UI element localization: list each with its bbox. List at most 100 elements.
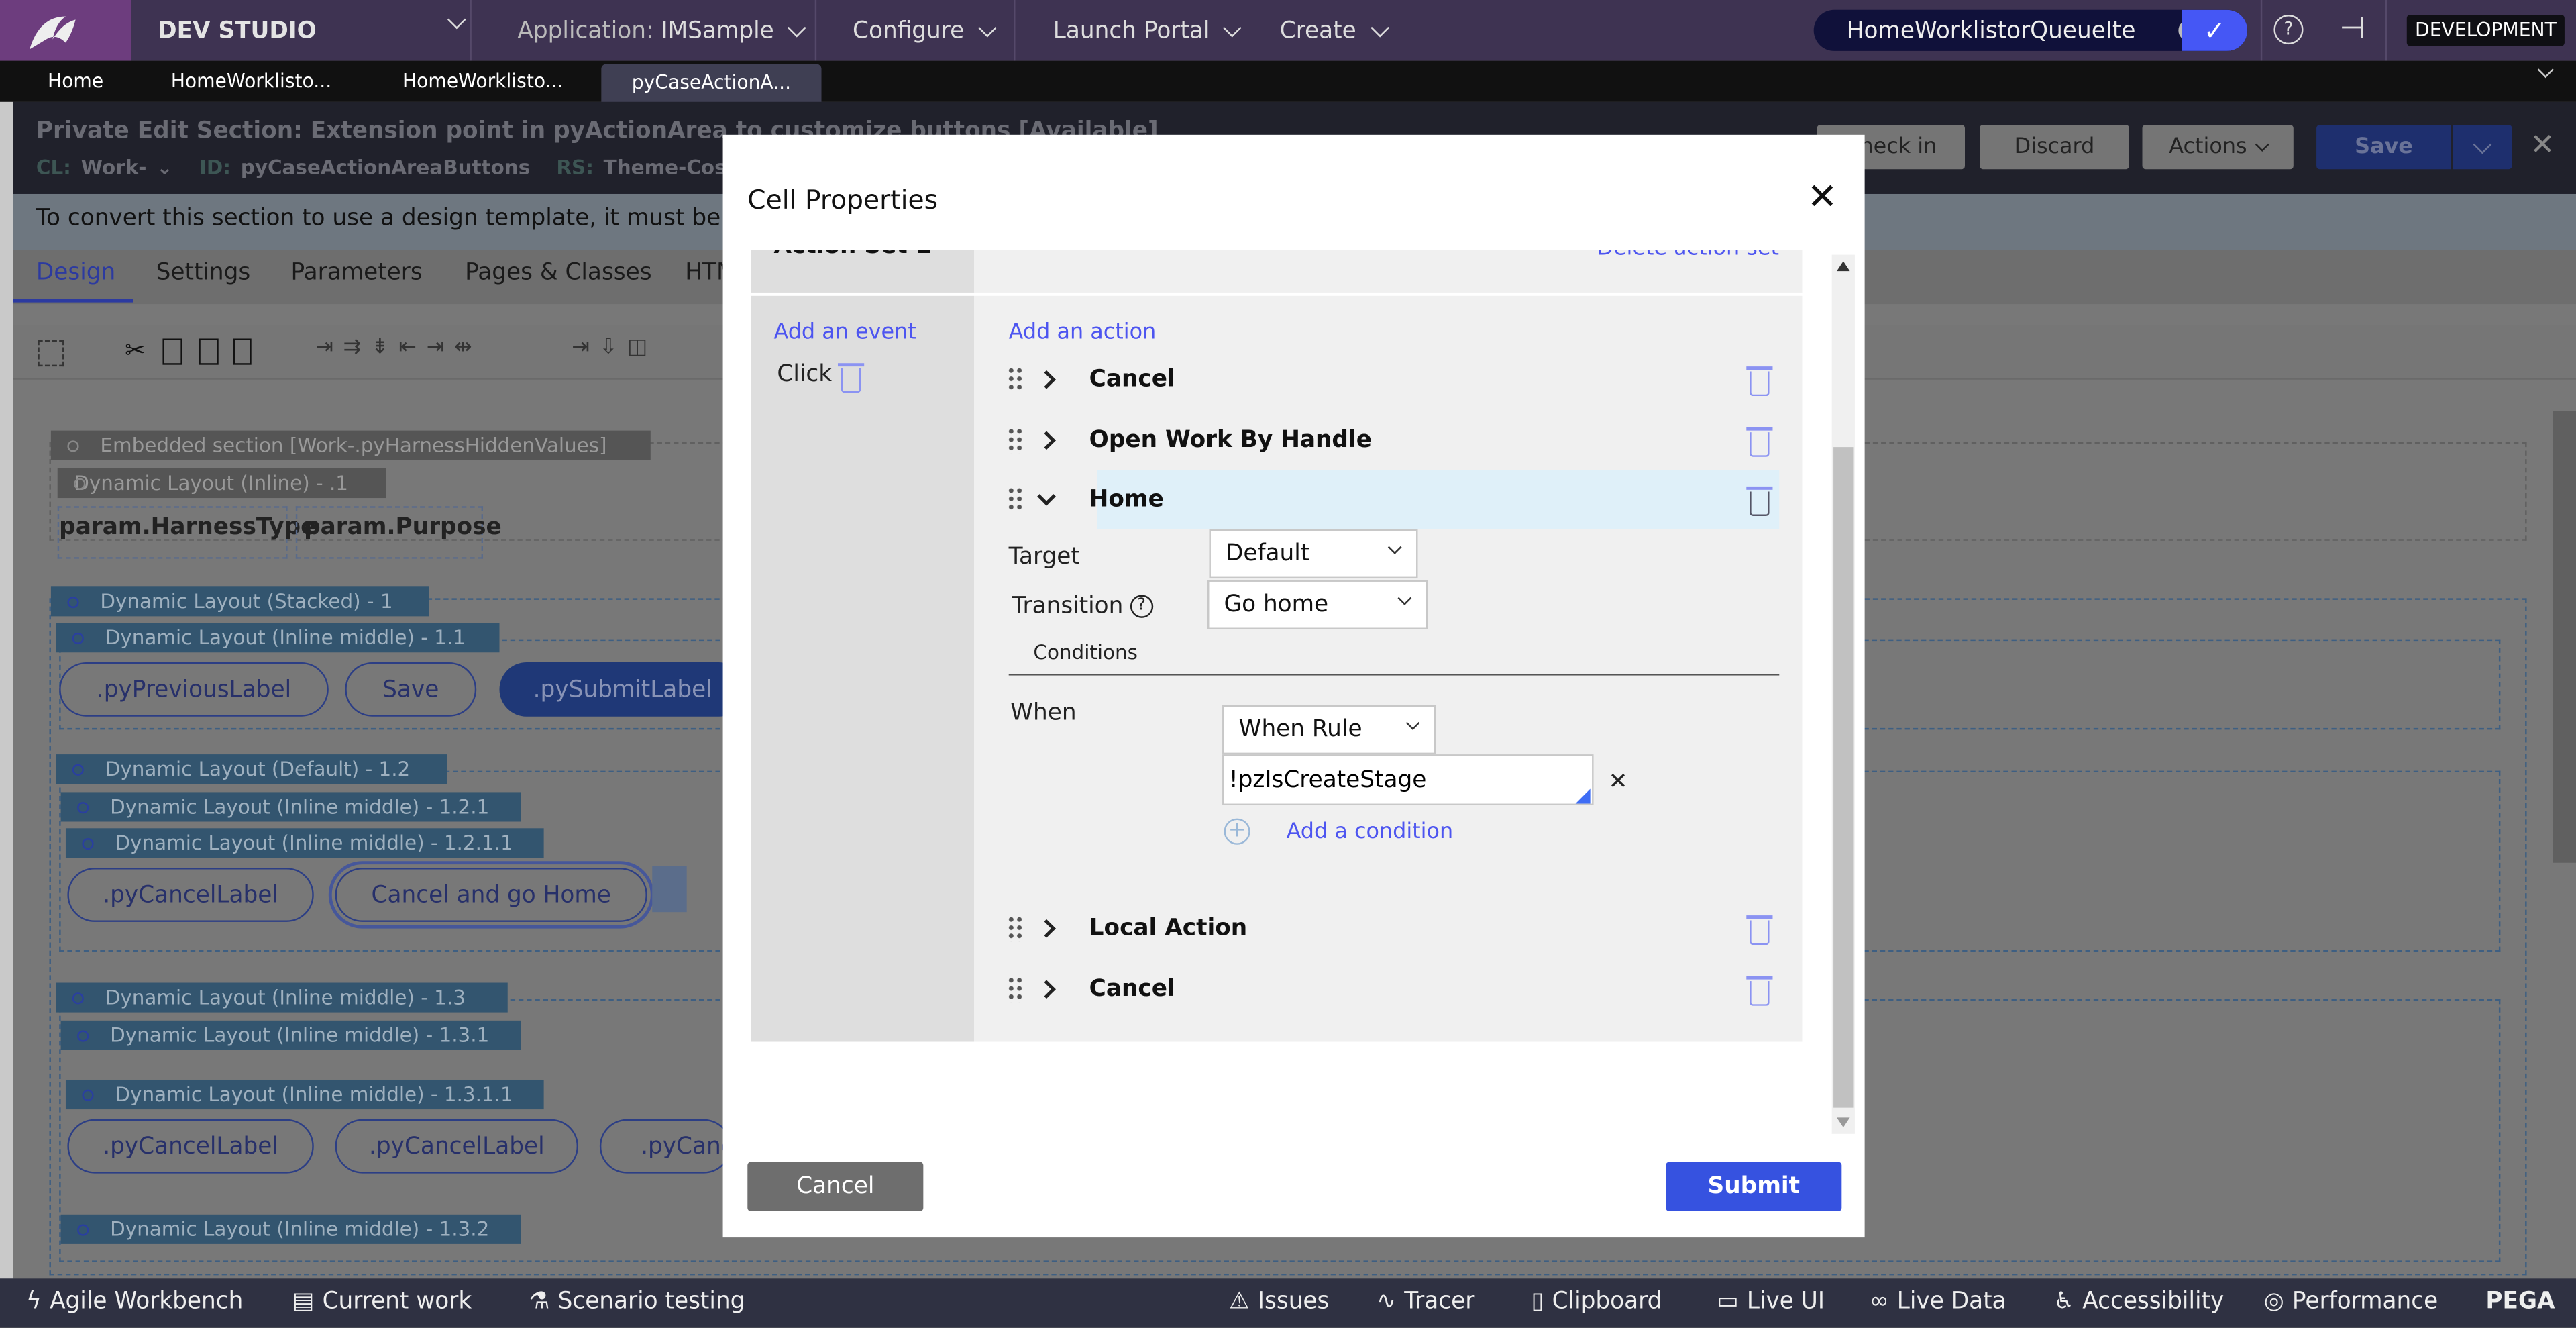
layout-label[interactable]: Embedded section [Work-.pyHarnessHiddenV… (50, 430, 651, 460)
tabs-overflow-chevron-icon[interactable] (2537, 61, 2554, 79)
chevron-right-icon[interactable] (1037, 980, 1056, 999)
chevron-down-icon[interactable] (1037, 486, 1056, 505)
app-explorer-icon[interactable]: ⊣ (2339, 11, 2365, 46)
tab-parameters[interactable]: Parameters (290, 260, 422, 286)
save-button[interactable]: Save (2316, 125, 2451, 170)
scroll-up-icon[interactable] (1836, 261, 1850, 272)
layout-label[interactable]: Dynamic Layout (Inline middle) - 1.3.1 (60, 1020, 521, 1050)
paste-icon[interactable] (199, 338, 219, 365)
performance-button[interactable]: ◎ Performance (2264, 1288, 2438, 1315)
action-item[interactable]: Local Action (1007, 899, 1779, 958)
field-cell[interactable]: param.Purpose (295, 506, 502, 559)
drag-handle-icon[interactable] (1007, 915, 1024, 942)
action-item[interactable]: Cancel (1007, 960, 1779, 1019)
help-icon[interactable]: ? (1130, 595, 1153, 618)
canvas-button[interactable]: .pyCancelLabel (67, 1119, 314, 1174)
canvas-scrollbar[interactable] (2553, 388, 2576, 1267)
copy-icon[interactable] (162, 338, 182, 365)
configure-menu[interactable]: Configure (814, 0, 1012, 61)
actions-button[interactable]: Actions (2142, 125, 2294, 170)
search-input[interactable] (1846, 17, 2172, 44)
target-select[interactable]: Default (1209, 529, 1418, 579)
event-click[interactable]: Click (777, 362, 832, 388)
chevron-right-icon[interactable] (1037, 919, 1056, 938)
canvas-button[interactable]: .pySubmitLabel (499, 662, 746, 717)
help-icon[interactable]: ? (2273, 15, 2304, 45)
doc-tab-home[interactable]: Home (48, 61, 103, 102)
delete-event-icon[interactable] (837, 363, 865, 393)
tab-design[interactable]: Design (36, 260, 115, 286)
action-item-expanded[interactable]: Home (1007, 470, 1779, 529)
drag-handle-icon[interactable] (1007, 486, 1024, 513)
close-dialog-icon[interactable]: ✕ (1807, 177, 1837, 218)
drag-handle-icon[interactable] (1007, 366, 1024, 393)
search-submit-button[interactable]: ✓ (2182, 9, 2248, 51)
drag-handle-icon[interactable] (1007, 976, 1024, 1003)
transition-select[interactable]: Go home (1208, 580, 1428, 629)
action-item[interactable]: Open Work By Handle (1007, 411, 1779, 470)
tab-pages-classes[interactable]: Pages & Classes (465, 260, 652, 286)
cancel-button[interactable]: Cancel (747, 1162, 924, 1211)
clipboard-button[interactable]: ▯ Clipboard (1531, 1288, 1662, 1315)
current-work-button[interactable]: ▤ Current work (292, 1288, 472, 1315)
issues-button[interactable]: ⚠ Issues (1229, 1288, 1330, 1315)
field-cell[interactable]: param.HarnessType (57, 506, 316, 559)
pega-logo[interactable] (0, 0, 131, 61)
insert-tools-icon[interactable]: ⇥⇩◫ (572, 336, 657, 360)
when-rule-input[interactable] (1222, 754, 1594, 806)
scenario-testing-button[interactable]: ⚗ Scenario testing (529, 1288, 745, 1315)
delete-action-icon[interactable] (1746, 366, 1773, 397)
canvas-button[interactable]: Save (345, 662, 477, 717)
accessibility-button[interactable]: ♿ Accessibility (2053, 1288, 2224, 1315)
layout-label[interactable]: Dynamic Layout (Inline middle) - 1.3.2 (60, 1214, 521, 1244)
submit-button[interactable]: Submit (1666, 1162, 1842, 1211)
chevron-right-icon[interactable] (1037, 370, 1056, 389)
canvas-button[interactable]: .pyCanc (599, 1119, 731, 1174)
layout-label[interactable]: Dynamic Layout (Default) - 1.2 (56, 754, 447, 784)
drag-handle-icon[interactable] (1007, 427, 1024, 454)
canvas-button[interactable]: .pyCancelLabel (67, 868, 314, 922)
save-options-button[interactable] (2453, 125, 2512, 170)
delete-action-icon[interactable] (1746, 486, 1773, 516)
agile-workbench-button[interactable]: ϟ Agile Workbench (26, 1288, 243, 1315)
select-layout-icon[interactable] (38, 340, 64, 367)
layout-label[interactable]: Dynamic Layout (Inline middle) - 1.2.1.1 (65, 828, 544, 858)
cut-icon[interactable]: ✂ (125, 336, 146, 365)
live-ui-button[interactable]: ▭ Live UI (1717, 1288, 1825, 1315)
doc-tab[interactable]: HomeWorklisto... (402, 61, 563, 102)
layout-label[interactable]: Dynamic Layout (Inline middle) - 1.3.1.1 (65, 1079, 544, 1110)
close-icon[interactable]: ✕ (2530, 128, 2555, 162)
scroll-down-icon[interactable] (1836, 1117, 1850, 1128)
add-condition-link[interactable]: Add a condition (1287, 820, 1454, 845)
delete-action-icon[interactable] (1746, 915, 1773, 946)
action-item[interactable]: Cancel (1007, 350, 1779, 409)
add-event-link[interactable]: Add an event (773, 321, 916, 346)
cell-gear-icon[interactable] (652, 866, 687, 913)
dev-studio-menu[interactable]: DEV STUDIO (158, 0, 470, 61)
doc-tab-active[interactable]: pyCaseActionA... (601, 64, 822, 102)
launch-portal-menu[interactable]: Launch Portal (1014, 0, 1254, 61)
delete-icon[interactable] (233, 338, 252, 365)
canvas-button[interactable]: .pyPreviousLabel (59, 662, 329, 717)
cl-value[interactable]: Work- (81, 156, 147, 179)
dialog-scrollbar[interactable] (1831, 254, 1855, 1134)
add-action-link[interactable]: Add an action (1009, 321, 1157, 346)
layout-label[interactable]: Dynamic Layout (Inline middle) - 1.1 (56, 623, 500, 653)
remove-condition-icon[interactable]: ✕ (1609, 769, 1628, 795)
canvas-button-selected[interactable]: Cancel and go Home (328, 861, 654, 929)
row-column-tools-icon[interactable]: ⇥⇉⇟⇤⇥⇹ (315, 336, 482, 360)
when-type-select[interactable]: When Rule (1222, 705, 1436, 755)
layout-label[interactable]: Dynamic Layout (Inline middle) - 1.3 (56, 982, 508, 1013)
scrollbar-thumb[interactable] (1833, 447, 1854, 1108)
doc-tab[interactable]: HomeWorklisto... (171, 61, 331, 102)
layout-label[interactable]: Dynamic Layout (Inline) - .1 (57, 468, 386, 499)
add-condition-icon[interactable]: + (1224, 818, 1250, 845)
discard-button[interactable]: Discard (1980, 125, 2129, 170)
delete-action-set-link[interactable]: Delete action set (1597, 250, 1779, 261)
live-data-button[interactable]: ∞ Live Data (1870, 1288, 2006, 1315)
layout-label[interactable]: Dynamic Layout (Inline middle) - 1.2.1 (60, 792, 521, 822)
chevron-right-icon[interactable] (1037, 431, 1056, 450)
tracer-button[interactable]: ∿ Tracer (1377, 1288, 1474, 1315)
create-menu[interactable]: Create (1254, 0, 1434, 61)
canvas-button[interactable]: .pyCancelLabel (335, 1119, 579, 1174)
